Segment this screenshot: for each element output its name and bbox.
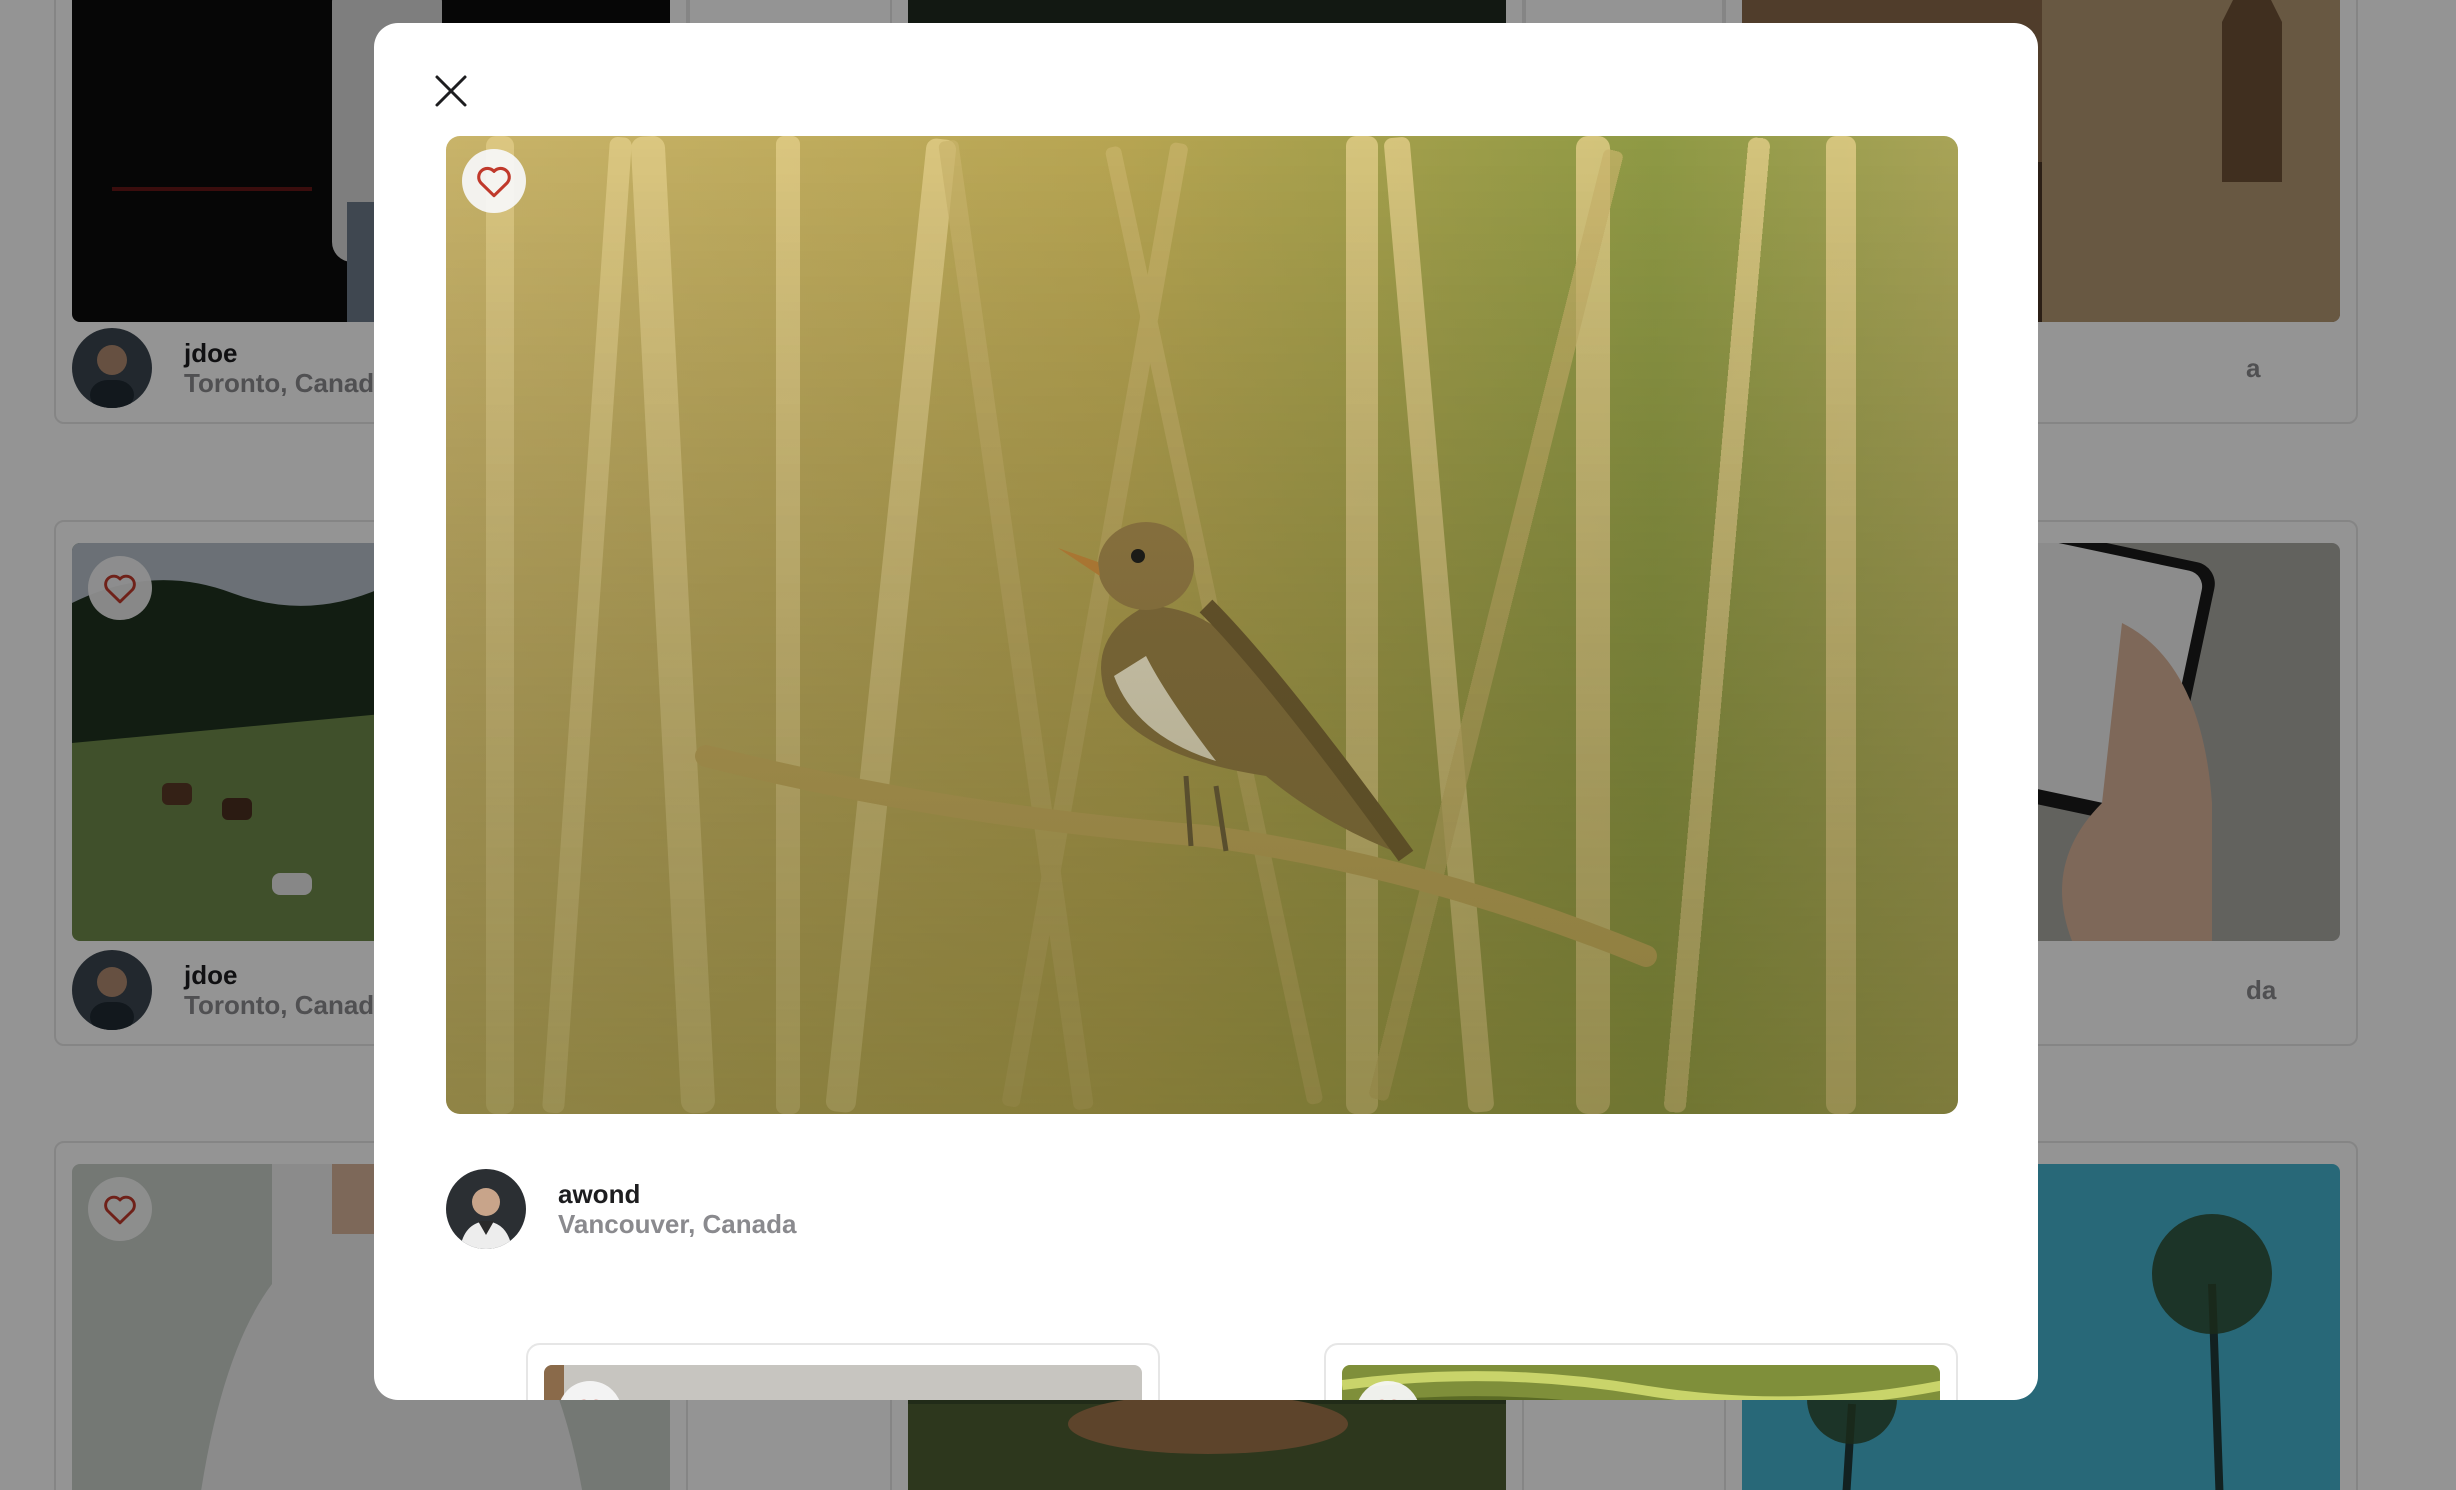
photo-author: awond Vancouver, Canada [446, 1169, 796, 1249]
like-button[interactable] [462, 149, 526, 213]
close-button[interactable] [420, 60, 482, 122]
related-photo[interactable] [544, 1365, 1142, 1400]
close-icon [435, 75, 467, 107]
author-location: Vancouver, Canada [558, 1209, 797, 1239]
avatar-image [446, 1169, 526, 1249]
photo-bird-in-reeds [446, 136, 1958, 1114]
author-username[interactable]: awond [558, 1179, 796, 1209]
heart-icon [581, 1399, 599, 1400]
photo-detail-modal: awond Vancouver, Canada [374, 23, 2038, 1400]
main-photo[interactable] [446, 136, 1958, 1114]
related-photo[interactable] [1342, 1365, 1940, 1400]
photo-related-2 [1342, 1365, 1940, 1400]
related-photo-card[interactable] [526, 1343, 1160, 1400]
heart-icon [477, 166, 511, 198]
avatar[interactable] [446, 1169, 526, 1249]
heart-icon [1379, 1399, 1397, 1400]
photo-related-1 [544, 1365, 1142, 1400]
related-photo-card[interactable] [1324, 1343, 1958, 1400]
